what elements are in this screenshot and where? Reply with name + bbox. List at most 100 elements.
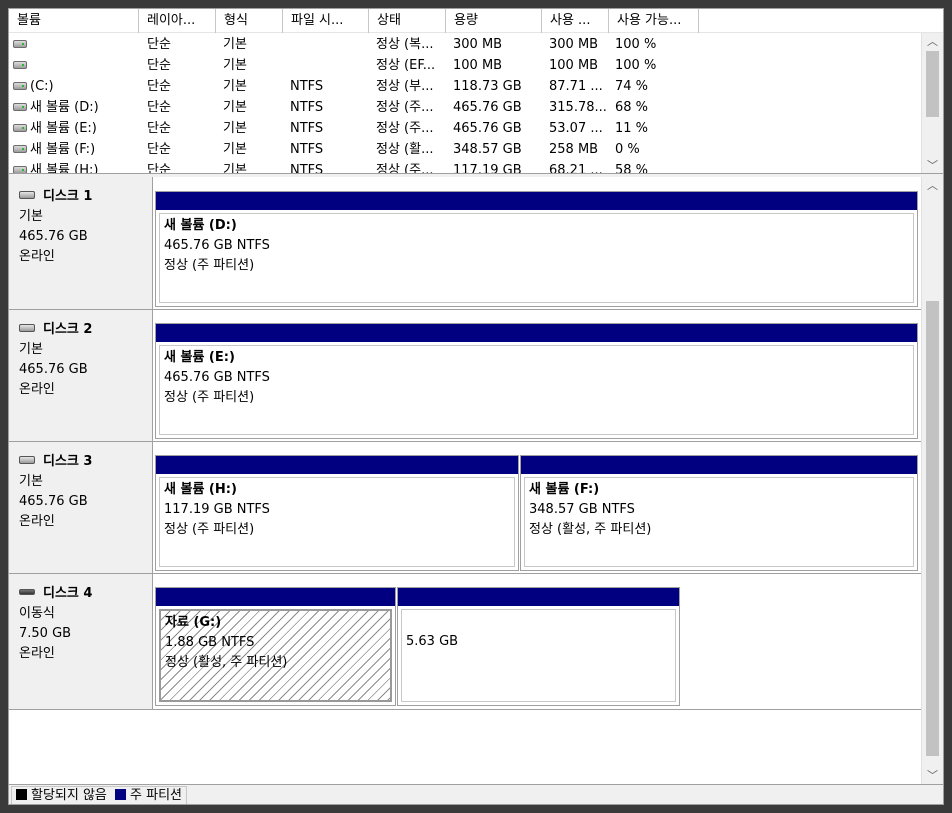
column-header-type[interactable]: 형식 bbox=[216, 9, 283, 33]
volume-capacity: 300 MB bbox=[453, 37, 503, 52]
volume-drive-icon bbox=[13, 60, 27, 69]
disk-info[interactable]: 디스크 1 기본 465.76 GB 온라인 bbox=[9, 177, 153, 309]
partition-h[interactable]: 새 볼륨 (H:) 117.19 GB NTFS 정상 (주 파티션) bbox=[155, 455, 519, 571]
disk-state: 온라인 bbox=[19, 249, 55, 264]
partition-status: 정상 (주 파티션) bbox=[164, 258, 255, 273]
partition-size-fs: 348.57 GB NTFS bbox=[529, 502, 635, 517]
volume-layout: 단순 bbox=[147, 142, 171, 157]
disk-row[interactable]: 디스크 4 이동식 7.50 GB 온라인 자료 (G:) 1.88 GB NT… bbox=[9, 574, 921, 710]
volume-type: 기본 bbox=[223, 58, 247, 73]
volume-name: 새 볼륨 (H:) bbox=[30, 163, 99, 174]
volume-list-header: 볼륨 레이아... 형식 파일 시... 상태 용량 사용 ... 사용 가능.… bbox=[9, 9, 943, 33]
partition-status: 정상 (활성, 주 파티션) bbox=[165, 655, 288, 670]
unallocated-swatch bbox=[16, 788, 27, 800]
removable-disk-icon bbox=[19, 589, 35, 595]
scroll-down-arrow-icon[interactable]: ﹀ bbox=[922, 767, 943, 784]
partition-d[interactable]: 새 볼륨 (D:) 465.76 GB NTFS 정상 (주 파티션) bbox=[155, 191, 918, 307]
volume-layout: 단순 bbox=[147, 37, 171, 52]
volume-used: 53.07 ... bbox=[549, 121, 603, 136]
volume-drive-icon bbox=[13, 102, 27, 111]
scroll-up-arrow-icon[interactable]: ︿ bbox=[922, 33, 943, 50]
partition-body-selected[interactable]: 자료 (G:) 1.88 GB NTFS 정상 (활성, 주 파티션) bbox=[159, 609, 392, 702]
scroll-down-arrow-icon[interactable]: ﹀ bbox=[922, 157, 943, 173]
volume-layout: 단순 bbox=[147, 163, 171, 174]
volume-layout: 단순 bbox=[147, 79, 171, 94]
partition-unnamed[interactable]: 5.63 GB bbox=[397, 587, 680, 706]
disk-info[interactable]: 디스크 2 기본 465.76 GB 온라인 bbox=[9, 310, 153, 441]
column-header-layout[interactable]: 레이아... bbox=[139, 9, 216, 33]
volume-filesystem bbox=[290, 55, 368, 76]
volume-list-scroll-thumb[interactable] bbox=[926, 51, 939, 117]
partition-body[interactable]: 새 볼륨 (H:) 117.19 GB NTFS 정상 (주 파티션) bbox=[159, 477, 515, 567]
disk-state: 온라인 bbox=[19, 646, 55, 661]
partition-status: 정상 (주 파티션) bbox=[164, 390, 255, 405]
volume-used: 315.78... bbox=[549, 100, 607, 115]
partition-title: 자료 (G:) bbox=[165, 615, 222, 630]
disk-view-scrollbar[interactable]: ︿ ﹀ bbox=[921, 177, 943, 784]
disk-row[interactable]: 디스크 3 기본 465.76 GB 온라인 새 볼륨 (H:) 117.19 … bbox=[9, 442, 921, 574]
partition-f[interactable]: 새 볼륨 (F:) 348.57 GB NTFS 정상 (활성, 주 파티션) bbox=[520, 455, 918, 571]
disk-size: 7.50 GB bbox=[19, 626, 72, 641]
partition-color-bar bbox=[521, 456, 917, 474]
volume-drive-icon bbox=[13, 39, 27, 48]
volume-filesystem: NTFS bbox=[290, 142, 324, 157]
volume-used: 100 MB bbox=[549, 58, 599, 73]
volume-row[interactable]: 새 볼륨 (D:) 단순 기본 NTFS 정상 (주... 465.76 GB … bbox=[9, 97, 921, 118]
partition-color-bar bbox=[398, 588, 679, 606]
volume-free-percent: 11 % bbox=[615, 121, 649, 136]
volume-used: 68.21 ... bbox=[549, 163, 603, 174]
volume-used: 300 MB bbox=[549, 37, 599, 52]
partition-body[interactable]: 새 볼륨 (D:) 465.76 GB NTFS 정상 (주 파티션) bbox=[159, 213, 914, 303]
volume-row[interactable]: 단순 기본 정상 (EF... 100 MB 100 MB 100 % bbox=[9, 55, 921, 76]
volume-filesystem: NTFS bbox=[290, 79, 324, 94]
volume-drive-icon bbox=[13, 81, 27, 90]
volume-row[interactable]: (C:) 단순 기본 NTFS 정상 (부... 118.73 GB 87.71… bbox=[9, 76, 921, 97]
volume-row[interactable]: 단순 기본 정상 (복... 300 MB 300 MB 100 % bbox=[9, 34, 921, 55]
disk-view-scroll-thumb[interactable] bbox=[926, 301, 939, 756]
partition-status: 정상 (주 파티션) bbox=[164, 522, 255, 537]
hard-disk-icon bbox=[19, 324, 35, 332]
partition-size-fs: 465.76 GB NTFS bbox=[164, 238, 270, 253]
volume-capacity: 348.57 GB bbox=[453, 142, 522, 157]
volume-type: 기본 bbox=[223, 142, 247, 157]
volume-row[interactable]: 새 볼륨 (H:) 단순 기본 NTFS 정상 (주... 117.19 GB … bbox=[9, 160, 921, 174]
partition-body[interactable]: 새 볼륨 (F:) 348.57 GB NTFS 정상 (활성, 주 파티션) bbox=[524, 477, 914, 567]
volume-layout: 단순 bbox=[147, 100, 171, 115]
primary-partition-swatch bbox=[115, 788, 127, 800]
volume-free-percent: 58 % bbox=[615, 163, 649, 174]
disk-row[interactable]: 디스크 2 기본 465.76 GB 온라인 새 볼륨 (E:) 465.76 … bbox=[9, 310, 921, 442]
column-header-free-percent[interactable]: 사용 가능... bbox=[609, 9, 699, 33]
volume-list: 볼륨 레이아... 형식 파일 시... 상태 용량 사용 ... 사용 가능.… bbox=[9, 9, 943, 174]
partition-color-bar bbox=[156, 456, 518, 474]
column-header-volume[interactable]: 볼륨 bbox=[9, 9, 139, 33]
volume-status: 정상 (부... bbox=[376, 79, 434, 94]
disk-row[interactable]: 디스크 1 기본 465.76 GB 온라인 새 볼륨 (D:) 465.76 … bbox=[9, 177, 921, 310]
disk-info[interactable]: 디스크 3 기본 465.76 GB 온라인 bbox=[9, 442, 153, 573]
partition-g[interactable]: 자료 (G:) 1.88 GB NTFS 정상 (활성, 주 파티션) bbox=[155, 587, 396, 706]
volume-drive-icon bbox=[13, 123, 27, 132]
partition-size-fs: 5.63 GB bbox=[406, 634, 459, 649]
volume-type: 기본 bbox=[223, 121, 247, 136]
volume-row[interactable]: 새 볼륨 (F:) 단순 기본 NTFS 정상 (활... 348.57 GB … bbox=[9, 139, 921, 160]
column-header-used[interactable]: 사용 ... bbox=[542, 9, 609, 33]
legend: 할당되지 않음 주 파티션 bbox=[11, 786, 188, 804]
partition-body[interactable]: 새 볼륨 (E:) 465.76 GB NTFS 정상 (주 파티션) bbox=[159, 345, 914, 435]
column-header-status[interactable]: 상태 bbox=[369, 9, 446, 33]
disk-info[interactable]: 디스크 4 이동식 7.50 GB 온라인 bbox=[9, 574, 153, 709]
volume-used: 87.71 ... bbox=[549, 79, 603, 94]
column-header-capacity[interactable]: 용량 bbox=[446, 9, 542, 33]
volume-name: 새 볼륨 (E:) bbox=[30, 121, 97, 136]
column-header-filesystem[interactable]: 파일 시... bbox=[283, 9, 369, 33]
disk-kind: 기본 bbox=[19, 342, 43, 357]
volume-list-scrollbar[interactable]: ︿ ﹀ bbox=[921, 33, 943, 173]
scroll-up-arrow-icon[interactable]: ︿ bbox=[922, 177, 943, 194]
partition-title: 새 볼륨 (E:) bbox=[164, 350, 235, 365]
disk-kind: 기본 bbox=[19, 474, 43, 489]
volume-capacity: 465.76 GB bbox=[453, 121, 522, 136]
volume-free-percent: 74 % bbox=[615, 79, 649, 94]
partition-title: 새 볼륨 (H:) bbox=[164, 482, 237, 497]
partition-e[interactable]: 새 볼륨 (E:) 465.76 GB NTFS 정상 (주 파티션) bbox=[155, 323, 918, 439]
partition-body[interactable]: 5.63 GB bbox=[401, 609, 676, 702]
disk-graphical-view: 디스크 1 기본 465.76 GB 온라인 새 볼륨 (D:) 465.76 … bbox=[9, 177, 943, 784]
volume-row[interactable]: 새 볼륨 (E:) 단순 기본 NTFS 정상 (주... 465.76 GB … bbox=[9, 118, 921, 139]
